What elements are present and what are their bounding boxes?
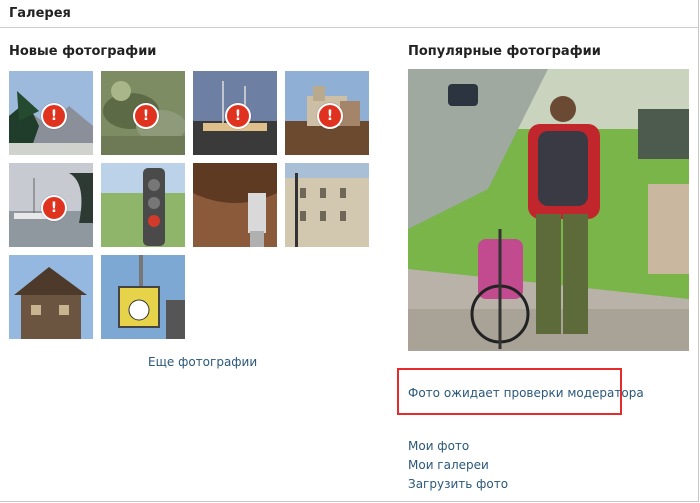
- moderation-notice: Фото ожидает проверки модератора: [408, 386, 644, 400]
- thumbnail-harbor-boats[interactable]: !: [9, 163, 93, 247]
- popular-photos-heading: Популярные фотографии: [408, 44, 601, 59]
- thumbnail-old-town-castle[interactable]: !: [285, 71, 369, 155]
- more-photos-link[interactable]: Еще фотографии: [148, 355, 257, 369]
- my-galleries-link[interactable]: Мои галереи: [408, 458, 489, 472]
- popular-photo[interactable]: [408, 69, 689, 351]
- pending-warning-icon: !: [317, 103, 343, 129]
- thumbnail-wooden-roof-lamp[interactable]: [193, 163, 277, 247]
- thumbnail-harbor-ship[interactable]: !: [193, 71, 277, 155]
- pending-warning-icon: !: [41, 195, 67, 221]
- thumbnail-street-building[interactable]: [285, 163, 369, 247]
- pending-warning-icon: !: [225, 103, 251, 129]
- thumbnail-wooden-house[interactable]: [9, 255, 93, 339]
- pending-warning-icon: !: [41, 103, 67, 129]
- thumbnail-traffic-light[interactable]: [101, 163, 185, 247]
- thumbnail-pine-tree-mountains[interactable]: !: [9, 71, 93, 155]
- page-title: Галерея: [9, 6, 71, 21]
- my-photos-link[interactable]: Мои фото: [408, 439, 469, 453]
- upload-photo-link[interactable]: Загрузить фото: [408, 477, 508, 491]
- new-photos-heading: Новые фотографии: [9, 44, 157, 59]
- thumbnail-rocky-garden[interactable]: !: [101, 71, 185, 155]
- thumbnail-clock-sign[interactable]: [101, 255, 185, 339]
- pending-warning-icon: !: [133, 103, 159, 129]
- title-divider: [0, 27, 699, 28]
